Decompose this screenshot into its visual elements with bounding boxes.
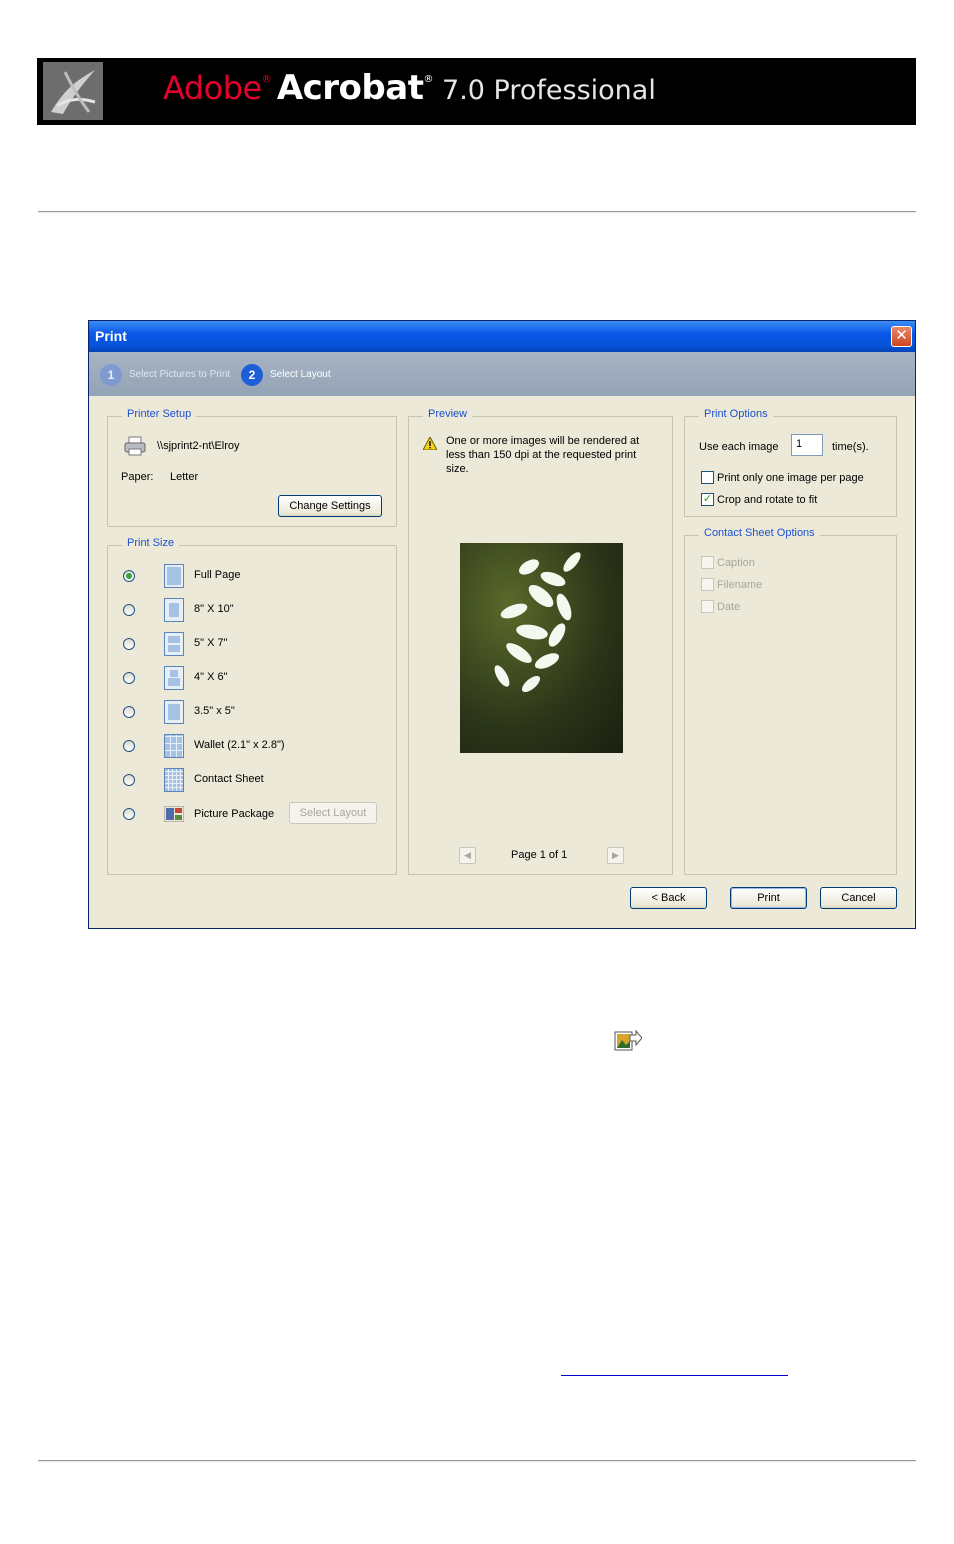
- option-label: Wallet (2.1" x 2.8"): [194, 739, 285, 751]
- print-size-option-3-5x5[interactable]: 3.5" x 5": [108, 699, 396, 725]
- page-indicator: Page 1 of 1: [511, 849, 568, 861]
- date-label: Date: [717, 601, 741, 613]
- print-size-option-contact-sheet[interactable]: Contact Sheet: [108, 767, 396, 793]
- option-label: 4" X 6": [194, 671, 228, 683]
- step-number: 2: [241, 364, 263, 386]
- print-size-option-5x7[interactable]: 5" X 7": [108, 631, 396, 657]
- crop-rotate-label: Crop and rotate to fit: [717, 494, 818, 506]
- printer-name: \\sjprint2-nt\Elroy: [157, 440, 240, 452]
- cancel-button[interactable]: Cancel: [820, 887, 897, 909]
- warning-text-line-1: One or more images will be rendered at: [446, 435, 640, 447]
- step-number: 1: [100, 364, 122, 386]
- prev-page-button[interactable]: ◀: [459, 847, 476, 864]
- print-size-option-4x6[interactable]: 4" X 6": [108, 665, 396, 691]
- dialog-title: Print: [95, 328, 127, 344]
- filename-label: Filename: [717, 579, 763, 591]
- select-layout-button[interactable]: Select Layout: [289, 802, 377, 824]
- picture-package-icon: [163, 805, 185, 823]
- 8x10-icon: [164, 598, 184, 622]
- print-size-option-8x10[interactable]: 8" X 10": [108, 597, 396, 623]
- full-page-icon: [164, 564, 184, 588]
- radio-5x7[interactable]: [123, 638, 135, 650]
- print-size-option-wallet[interactable]: Wallet (2.1" x 2.8"): [108, 733, 396, 759]
- use-each-image-label: Use each image: [699, 441, 779, 453]
- filename-checkbox[interactable]: [701, 578, 714, 591]
- wizard-steps: 1 Select Pictures to Print 2 Select Layo…: [89, 352, 915, 396]
- contact-sheet-options-group: Contact Sheet Options Caption Filename D…: [684, 527, 897, 875]
- dialog-titlebar[interactable]: Print ✕: [89, 321, 915, 352]
- wallet-icon: [164, 734, 184, 758]
- use-each-image-input[interactable]: 1: [791, 434, 823, 456]
- step-label: Select Pictures to Print: [129, 369, 231, 380]
- print-size-group: Print Size Full Page 8" X 10" 5" X 7" 4"…: [107, 537, 397, 875]
- contact-sheet-legend: Contact Sheet Options: [699, 527, 820, 539]
- radio-4x6[interactable]: [123, 672, 135, 684]
- 4x6-icon: [164, 666, 184, 690]
- 3-5x5-icon: [164, 700, 184, 724]
- option-label: Contact Sheet: [194, 773, 264, 785]
- radio-picture-package[interactable]: [123, 808, 135, 820]
- version-text: 7.0 Professional: [433, 75, 656, 106]
- next-page-button[interactable]: ▶: [607, 847, 624, 864]
- warning-text-line-3: size.: [446, 463, 469, 475]
- radio-8x10[interactable]: [123, 604, 135, 616]
- 5x7-icon: [164, 632, 184, 656]
- option-label: Full Page: [194, 569, 241, 581]
- option-label: 5" X 7": [194, 637, 228, 649]
- close-button[interactable]: ✕: [891, 326, 912, 347]
- hyperlink[interactable]: [561, 1374, 788, 1376]
- acrobat-logo-icon: [43, 62, 103, 120]
- one-image-per-page-label: Print only one image per page: [717, 472, 864, 484]
- option-label: Picture Package: [194, 808, 275, 820]
- print-button[interactable]: Print: [730, 887, 807, 909]
- printer-setup-group: Printer Setup \\sjprint2-nt\Elroy Paper:…: [107, 408, 397, 527]
- back-button[interactable]: < Back: [630, 887, 707, 909]
- radio-full-page[interactable]: [123, 570, 135, 582]
- acrobat-banner: Adobe® Acrobat® 7.0 Professional: [37, 58, 916, 125]
- times-label: time(s).: [832, 441, 869, 453]
- printer-icon: [124, 436, 146, 456]
- print-dialog: Print ✕ 1 Select Pictures to Print 2 Sel…: [88, 320, 916, 929]
- one-image-per-page-checkbox[interactable]: [701, 471, 714, 484]
- registered-mark-2: ®: [423, 74, 434, 85]
- date-checkbox[interactable]: [701, 600, 714, 613]
- brand-text: Adobe: [163, 69, 262, 107]
- radio-3-5x5[interactable]: [123, 706, 135, 718]
- warning-icon: [422, 435, 438, 451]
- contact-sheet-icon: [164, 768, 184, 792]
- print-options-legend: Print Options: [699, 408, 773, 420]
- option-label: 3.5" x 5": [194, 705, 235, 717]
- printer-setup-legend: Printer Setup: [122, 408, 197, 420]
- crop-rotate-checkbox[interactable]: ✓: [701, 493, 714, 506]
- banner-title: Adobe® Acrobat® 7.0 Professional: [163, 68, 656, 108]
- print-size-option-picture-package[interactable]: Picture Package Select Layout: [108, 801, 396, 829]
- preview-legend: Preview: [423, 408, 473, 420]
- registered-mark: ®: [261, 74, 272, 85]
- print-options-group: Print Options Use each image 1 time(s). …: [684, 408, 897, 517]
- divider-top: [38, 211, 916, 213]
- print-size-option-full-page[interactable]: Full Page: [108, 563, 396, 589]
- caption-checkbox[interactable]: [701, 556, 714, 569]
- divider-bottom: [38, 1460, 916, 1462]
- paper-value: Letter: [170, 471, 199, 483]
- paper-label: Paper:: [121, 471, 154, 483]
- picture-tasks-icon: [614, 1029, 643, 1053]
- print-size-legend: Print Size: [122, 537, 180, 549]
- change-settings-button[interactable]: Change Settings: [278, 495, 382, 517]
- radio-contact-sheet[interactable]: [123, 774, 135, 786]
- option-label: 8" X 10": [194, 603, 234, 615]
- warning-text-line-2: less than 150 dpi at the requested print: [446, 449, 637, 461]
- preview-photo: [460, 543, 623, 753]
- product-text: Acrobat: [276, 68, 424, 108]
- radio-wallet[interactable]: [123, 740, 135, 752]
- step-label: Select Layout: [270, 369, 331, 380]
- caption-label: Caption: [717, 557, 755, 569]
